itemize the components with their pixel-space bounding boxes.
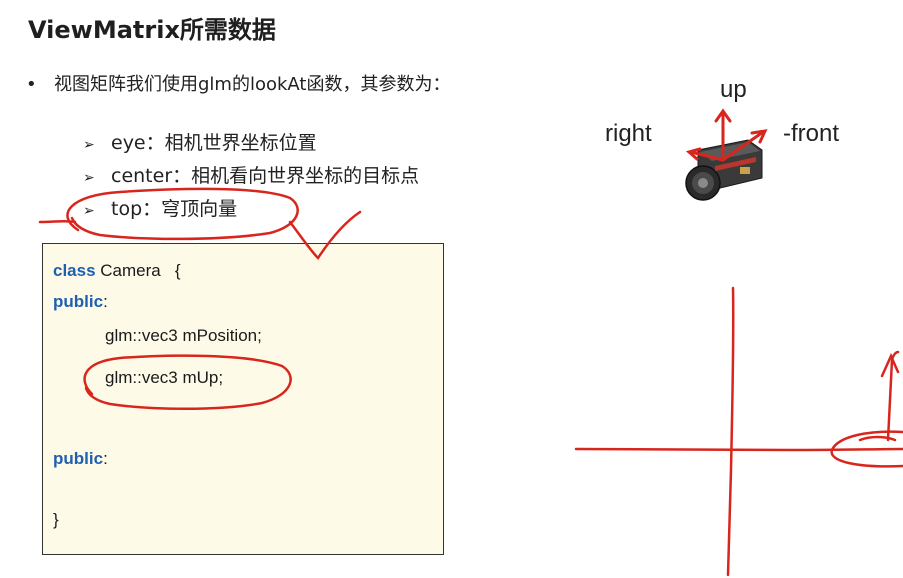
code-keyword: public xyxy=(53,292,104,311)
arrow-bullet-icon: ➢ xyxy=(83,203,95,219)
subitem-center: ➢ center：相机看向世界坐标的目标点 xyxy=(83,161,419,188)
camera-icon xyxy=(685,139,763,201)
code-line-mup: glm::vec3 mUp; xyxy=(105,368,224,387)
code-keyword: public xyxy=(53,449,104,468)
slide-title: ViewMatrix所需数据 xyxy=(28,16,276,44)
side-sketch-drawing xyxy=(830,350,903,468)
top-circle-tail xyxy=(38,219,77,224)
code-line-close-brace: } xyxy=(53,510,59,529)
bullet-item: • 视图矩阵我们使用glm的lookAt函数，其参数为： xyxy=(26,70,450,96)
code-text: : xyxy=(103,292,108,311)
code-line-public-2: public: xyxy=(53,449,108,469)
code-text: Camera { xyxy=(95,261,181,280)
code-line-mposition: glm::vec3 mPosition; xyxy=(105,326,262,345)
code-block: class Camera { public: glm::vec3 mPositi… xyxy=(42,243,444,555)
code-line-public: public: xyxy=(53,292,108,312)
arrow-bullet-icon: ➢ xyxy=(83,137,95,153)
arrow-bullet-icon: ➢ xyxy=(83,170,95,186)
subitem-eye: ➢ eye：相机世界坐标位置 xyxy=(83,128,317,155)
code-keyword: class xyxy=(53,261,96,280)
front-label: -front xyxy=(783,120,840,147)
bullet-text: 视图矩阵我们使用glm的lookAt函数，其参数为： xyxy=(54,74,451,95)
up-label: up xyxy=(720,76,747,103)
subitem-text: center：相机看向世界坐标的目标点 xyxy=(111,165,420,187)
subitem-top: ➢ top：穹顶向量 xyxy=(83,194,237,221)
code-text: : xyxy=(103,449,108,468)
code-line-class: class Camera { xyxy=(53,261,181,281)
bullet-marker: • xyxy=(26,74,37,95)
subitem-text: eye：相机世界坐标位置 xyxy=(111,132,317,154)
coordinate-cross-drawing xyxy=(574,286,903,577)
subitem-text: top：穹顶向量 xyxy=(111,198,238,220)
camera-axes xyxy=(685,108,768,162)
right-label: right xyxy=(605,120,652,147)
